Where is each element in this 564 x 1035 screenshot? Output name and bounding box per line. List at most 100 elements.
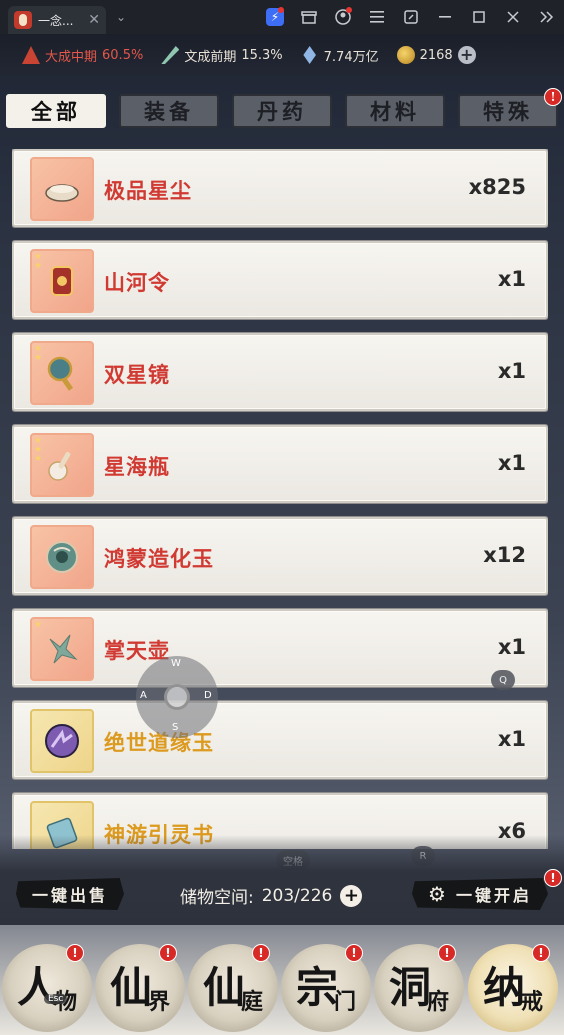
restore-icon[interactable]	[394, 0, 428, 34]
key-d-label: D	[204, 690, 212, 701]
stardust-icon	[45, 184, 79, 202]
tab-pills[interactable]: 丹药	[232, 94, 332, 128]
jade-icon	[46, 541, 78, 573]
more-icon[interactable]	[530, 0, 564, 34]
item-thumbnail: ★	[30, 617, 94, 681]
pot-icon	[49, 634, 78, 664]
nav-sect[interactable]: 宗 门 !	[281, 944, 371, 1032]
bottom-nav: 人 物 Esc ! 仙 界 ! 仙 庭 ! 宗 门 ! 洞 府 ! 纳 戒 !	[0, 940, 564, 1035]
notification-badge: !	[66, 944, 84, 962]
crystal-icon	[303, 46, 316, 64]
nav-label-main: 宗	[295, 962, 338, 1012]
item-thumbnail: ★ ★	[30, 249, 94, 313]
app-icon	[14, 11, 32, 29]
gift-icon[interactable]	[292, 0, 326, 34]
list-item[interactable]: 极品星尘 x825	[12, 149, 548, 227]
key-a-label: A	[140, 690, 147, 701]
joystick-knob[interactable]	[164, 684, 190, 710]
nav-character[interactable]: 人 物 Esc !	[2, 944, 92, 1032]
chevron-down-icon[interactable]: ⌄	[116, 10, 126, 24]
open-all-button[interactable]: ⚙ 一键开启	[412, 878, 548, 910]
list-item[interactable]: ★ ★ ★ 星海瓶 x1	[12, 425, 548, 503]
close-icon[interactable]	[496, 0, 530, 34]
item-quantity: x12	[483, 543, 526, 567]
list-item[interactable]: ★ ★ 双星镜 x1	[12, 333, 548, 411]
item-thumbnail: ★ ★	[30, 341, 94, 405]
notification-badge: !	[159, 944, 177, 962]
lightning-icon[interactable]: ⚡	[258, 0, 292, 34]
coin-icon	[396, 46, 415, 64]
item-quantity: x1	[497, 451, 526, 475]
menu-icon[interactable]	[360, 0, 394, 34]
star-rating-icon: ★ ★	[34, 344, 43, 363]
status-bar: 大成中期 60.5% 文成前期 15.3% 7.74万亿 2168 +	[0, 34, 564, 76]
storage-info: 储物空间: 203/226 +	[180, 883, 363, 908]
virtual-joystick[interactable]: W A S D	[136, 656, 218, 738]
item-name: 星海瓶	[104, 455, 170, 479]
list-item[interactable]: 绝世道缘玉 x1	[12, 701, 548, 779]
token-icon	[51, 266, 73, 296]
spirit-stone-counter: 7.74万亿	[301, 46, 379, 65]
key-esc-hint: Esc	[44, 994, 68, 1004]
mirror-icon	[47, 356, 74, 391]
expand-storage-icon[interactable]: +	[340, 884, 363, 907]
sell-all-button[interactable]: 一键出售	[16, 878, 124, 910]
notification-badge: !	[532, 944, 550, 962]
item-name: 鸿蒙造化玉	[104, 547, 214, 571]
minimize-icon[interactable]	[428, 0, 462, 34]
category-tabs: 全部 装备 丹药 材料 特殊 !	[6, 88, 562, 130]
nav-storage-ring[interactable]: 纳 戒 !	[468, 944, 558, 1032]
nav-label-sub: 界	[148, 989, 171, 1015]
nav-label-sub: 庭	[241, 989, 264, 1015]
notification-badge: !	[252, 944, 270, 962]
item-thumbnail	[30, 157, 94, 221]
open-all-label: 一键开启	[455, 886, 532, 905]
nav-cave-dwelling[interactable]: 洞 府 !	[374, 944, 464, 1032]
list-item[interactable]: ★ 掌天壶 x1	[12, 609, 548, 687]
item-quantity: x1	[497, 267, 526, 291]
item-quantity: x825	[468, 175, 526, 199]
sword-icon	[161, 46, 180, 64]
storage-label: 储物空间:	[180, 888, 254, 908]
tab-special[interactable]: 特殊 !	[458, 88, 562, 128]
bottom-action-bar: 一键出售 储物空间: 203/226 + ⚙ 一键开启 !	[0, 835, 564, 925]
item-quantity: x1	[497, 635, 526, 659]
star-rating-icon: ★ ★ ★	[34, 436, 43, 464]
list-item[interactable]: ★ ★ 山河令 x1	[12, 241, 548, 319]
realm-progress-2: 文成前期 15.3%	[161, 46, 283, 65]
star-rating-icon: ★	[34, 620, 43, 630]
item-name: 极品星尘	[104, 179, 192, 203]
item-name: 山河令	[104, 271, 170, 295]
add-gold-icon[interactable]: +	[457, 46, 476, 64]
key-w-label: W	[171, 658, 181, 669]
tab-materials[interactable]: 材料	[345, 94, 445, 128]
tab-title: 一念...	[38, 13, 74, 28]
nav-label-main: 仙	[109, 962, 152, 1012]
nav-immortal-realm[interactable]: 仙 界 !	[95, 944, 185, 1032]
nav-label-sub: 门	[334, 989, 357, 1015]
nav-immortal-court[interactable]: 仙 庭 !	[188, 944, 278, 1032]
key-s-label: S	[172, 722, 179, 733]
star-rating-icon: ★ ★	[34, 252, 43, 271]
item-thumbnail	[30, 525, 94, 589]
app-tab[interactable]: 一念... ✕	[8, 6, 106, 34]
key-q-hint[interactable]: Q	[491, 670, 515, 690]
tab-equipment[interactable]: 装备	[119, 94, 219, 128]
gold-counter: 2168 +	[396, 46, 476, 64]
user-icon[interactable]	[326, 0, 360, 34]
gear-icon: ⚙	[428, 882, 446, 906]
nav-label-sub: 府	[427, 989, 450, 1015]
nav-label-sub: 戒	[521, 989, 544, 1015]
title-bar: 一念... ✕ ⌄ ⚡	[0, 0, 564, 34]
maximize-icon[interactable]	[462, 0, 496, 34]
item-list: 极品星尘 x825 ★ ★ 山河令 x1 ★ ★ 双星镜 x1 ★ ★ ★ 星海瓶 x1…	[12, 149, 548, 849]
tab-all[interactable]: 全部	[6, 94, 106, 128]
tab-close-icon[interactable]: ✕	[88, 12, 100, 28]
storage-value: 203/226	[261, 885, 333, 906]
item-quantity: x1	[497, 727, 526, 751]
notification-badge: !	[438, 944, 456, 962]
fate-jade-icon	[45, 724, 79, 758]
item-name: 双星镜	[104, 363, 170, 387]
list-item[interactable]: 鸿蒙造化玉 x12	[12, 517, 548, 595]
item-thumbnail: ★ ★ ★	[30, 433, 94, 497]
